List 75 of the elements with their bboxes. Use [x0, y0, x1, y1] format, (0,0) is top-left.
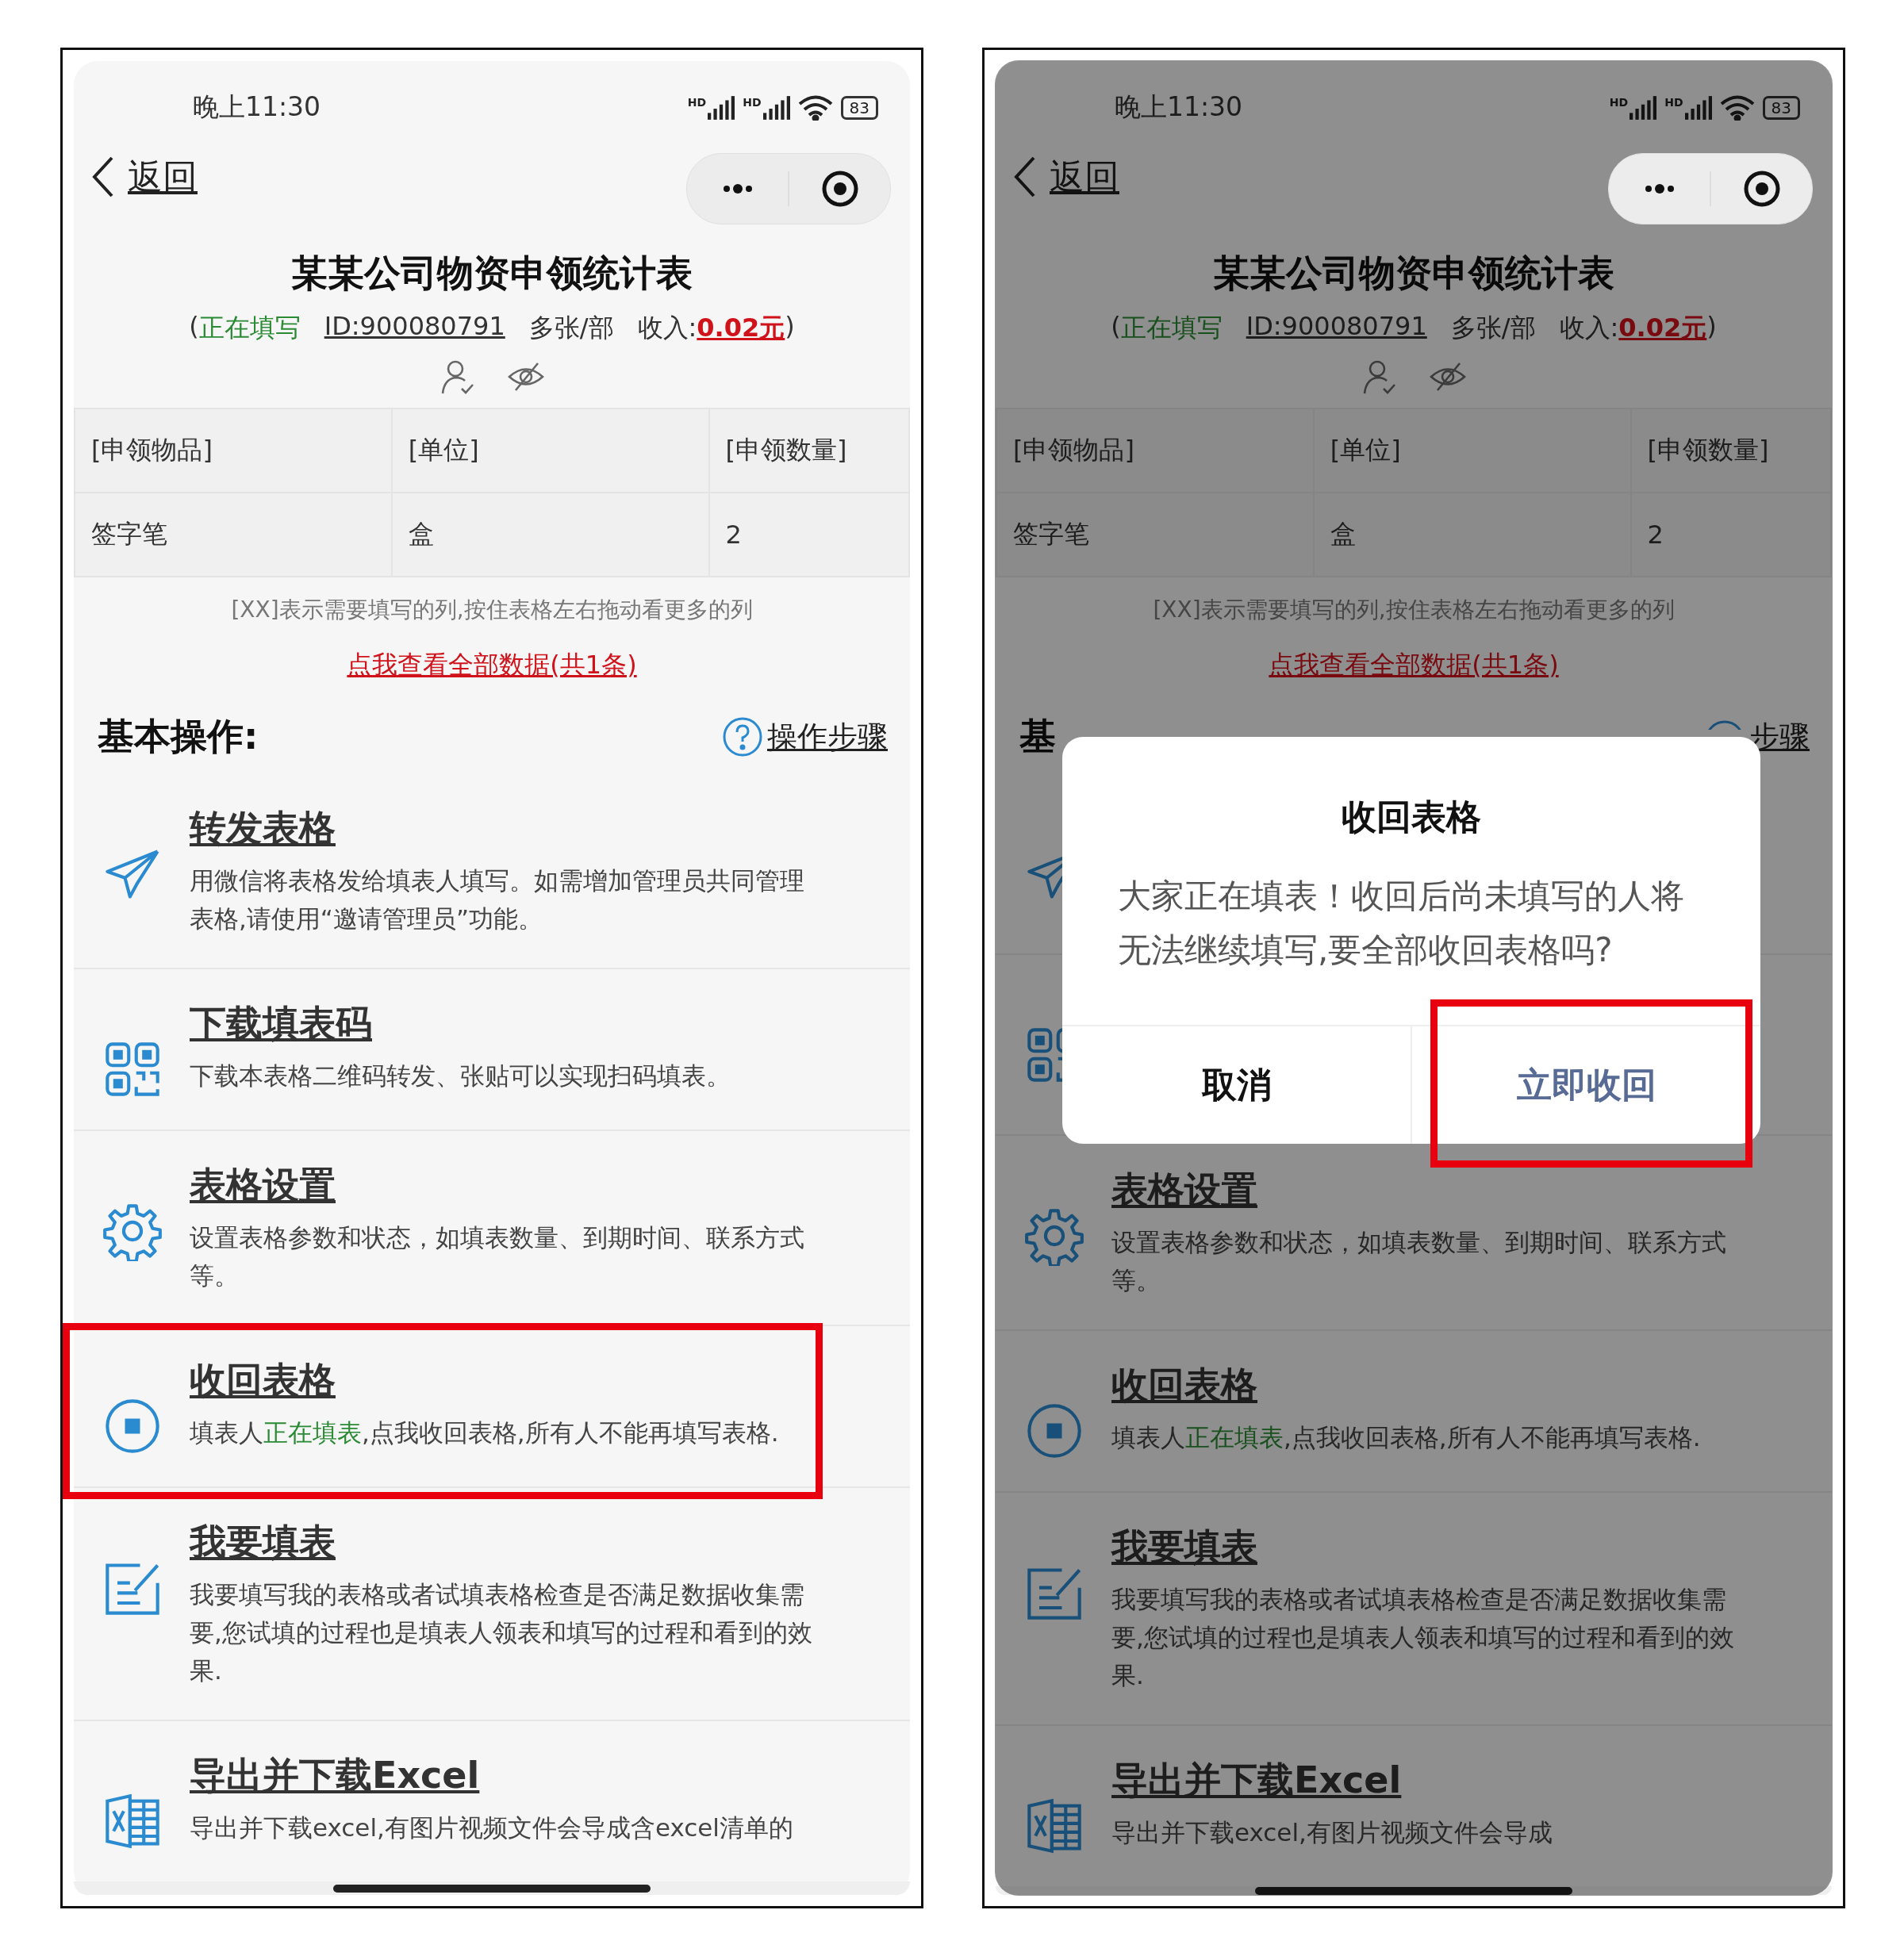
table-hint: [XX]表示需要填写的列,按住表格左右拖动看更多的列	[230, 596, 754, 624]
income-label: 收入:	[637, 312, 697, 344]
dialog-title: 收回表格	[1341, 796, 1482, 838]
paren: )	[785, 311, 795, 343]
back-link[interactable]: 返回	[1012, 153, 1119, 201]
column-header: [申领物品]	[996, 408, 1314, 493]
hd-label: HD	[1609, 95, 1629, 109]
view-all-link[interactable]: 点我查看全部数据(共1条)	[342, 647, 642, 684]
dialog-message: 大家正在填表！收回后尚未填写的人将无法继续填写,要全部收回表格吗?	[1117, 876, 1685, 971]
column-header: [单位]	[1313, 408, 1631, 493]
action-description: 设置表格参数和状态，如填表数量、到期时间、联系方式等。	[1111, 1227, 1727, 1296]
section-title: 基本操作:	[98, 714, 259, 759]
table-cell: 盒	[391, 493, 709, 577]
form-title: 某某公司物资申领统计表	[1212, 251, 1615, 296]
table-cell: 签字笔	[996, 493, 1314, 577]
action-description: 我要填写我的表格或者试填表格检查是否满足数据收集需要,您试填的过程也是填表人领表和填写的过程和看到的效果.	[190, 1579, 813, 1686]
income-value: 0.02元	[697, 312, 785, 344]
confirm-button[interactable]: 立即收回	[1411, 1026, 1760, 1144]
paren: (	[1111, 311, 1121, 343]
action-title[interactable]: 表格设置	[190, 1161, 336, 1210]
column-header: [申领物品]	[75, 408, 392, 493]
signal-icon	[1630, 95, 1657, 120]
signal-icon	[708, 95, 735, 120]
wifi-icon	[1719, 94, 1755, 121]
column-header: [单位]	[391, 408, 709, 493]
action-title[interactable]: 收回表格	[1111, 1361, 1257, 1410]
form-mode: 多张/部	[528, 312, 614, 344]
form-title: 某某公司物资申领统计表	[290, 251, 693, 296]
action-title[interactable]: 我要填表	[190, 1518, 336, 1567]
action-title[interactable]: 导出并下载Excel	[190, 1751, 480, 1801]
action-title[interactable]: 表格设置	[1111, 1166, 1257, 1215]
action-title[interactable]: 下载填表码	[190, 999, 372, 1049]
action-title[interactable]: 收回表格	[190, 1356, 336, 1406]
hd-label: HD	[1664, 95, 1683, 109]
action-description: 填表人正在填表,点我收回表格,所有人不能再填写表格.	[190, 1417, 779, 1448]
income-label: 收入:	[1559, 312, 1619, 344]
status-time: 晚上11:30	[193, 90, 321, 124]
table-cell: 签字笔	[75, 493, 392, 577]
action-title[interactable]: 我要填表	[1111, 1523, 1257, 1572]
action-description: 导出并下载excel,有图片视频文件会导成	[1111, 1817, 1553, 1848]
hd-label: HD	[687, 95, 707, 109]
paren: )	[1706, 311, 1717, 343]
wifi-icon	[797, 94, 833, 121]
signal-icon	[1684, 95, 1712, 120]
column-header: [申领数量]	[708, 408, 909, 493]
form-status: 正在填写	[1120, 312, 1223, 344]
cancel-button[interactable]: 取消	[1062, 1026, 1411, 1144]
status-time: 晚上11:30	[1115, 90, 1243, 124]
form-id: ID:900080791	[1246, 311, 1427, 343]
section-title: 基	[1019, 714, 1056, 759]
battery-level: 83	[1762, 95, 1800, 120]
action-title[interactable]: 转发表格	[190, 804, 336, 853]
help-icon	[721, 715, 764, 758]
action-description: 下载本表格二维码转发、张贴可以实现扫码填表。	[190, 1060, 731, 1091]
income-value: 0.02元	[1618, 312, 1707, 344]
action-description: 我要填写我的表格或者试填表格检查是否满足数据收集需要,您试填的过程也是填表人领表和填写的过程和看到的效果.	[1111, 1584, 1735, 1691]
signal-icon	[762, 95, 790, 120]
action-description: 填表人正在填表,点我收回表格,所有人不能再填写表格.	[1111, 1422, 1701, 1453]
back-link[interactable]: 返回	[90, 153, 198, 201]
action-description: 设置表格参数和状态，如填表数量、到期时间、联系方式等。	[190, 1222, 805, 1291]
hd-label: HD	[743, 95, 762, 109]
help-link[interactable]: 操作步骤	[721, 715, 888, 758]
action-title[interactable]: 导出并下载Excel	[1111, 1756, 1402, 1805]
battery-level: 83	[840, 95, 878, 120]
action-description: 用微信将表格发给填表人填写。如需增加管理员共同管理表格,请使用“邀请管理员”功能。	[190, 865, 805, 934]
table-cell: 盒	[1313, 493, 1631, 577]
column-header: [申领数量]	[1630, 408, 1831, 493]
paren: (	[189, 311, 199, 343]
table-hint: [XX]表示需要填写的列,按住表格左右拖动看更多的列	[1152, 596, 1676, 624]
action-description: 导出并下载excel,有图片视频文件会导成含excel清单的	[190, 1812, 793, 1843]
form-mode: 多张/部	[1450, 312, 1536, 344]
table-cell: 2	[708, 493, 909, 577]
form-id: ID:900080791	[324, 311, 505, 343]
table-cell: 2	[1630, 493, 1831, 577]
form-status: 正在填写	[198, 312, 301, 344]
